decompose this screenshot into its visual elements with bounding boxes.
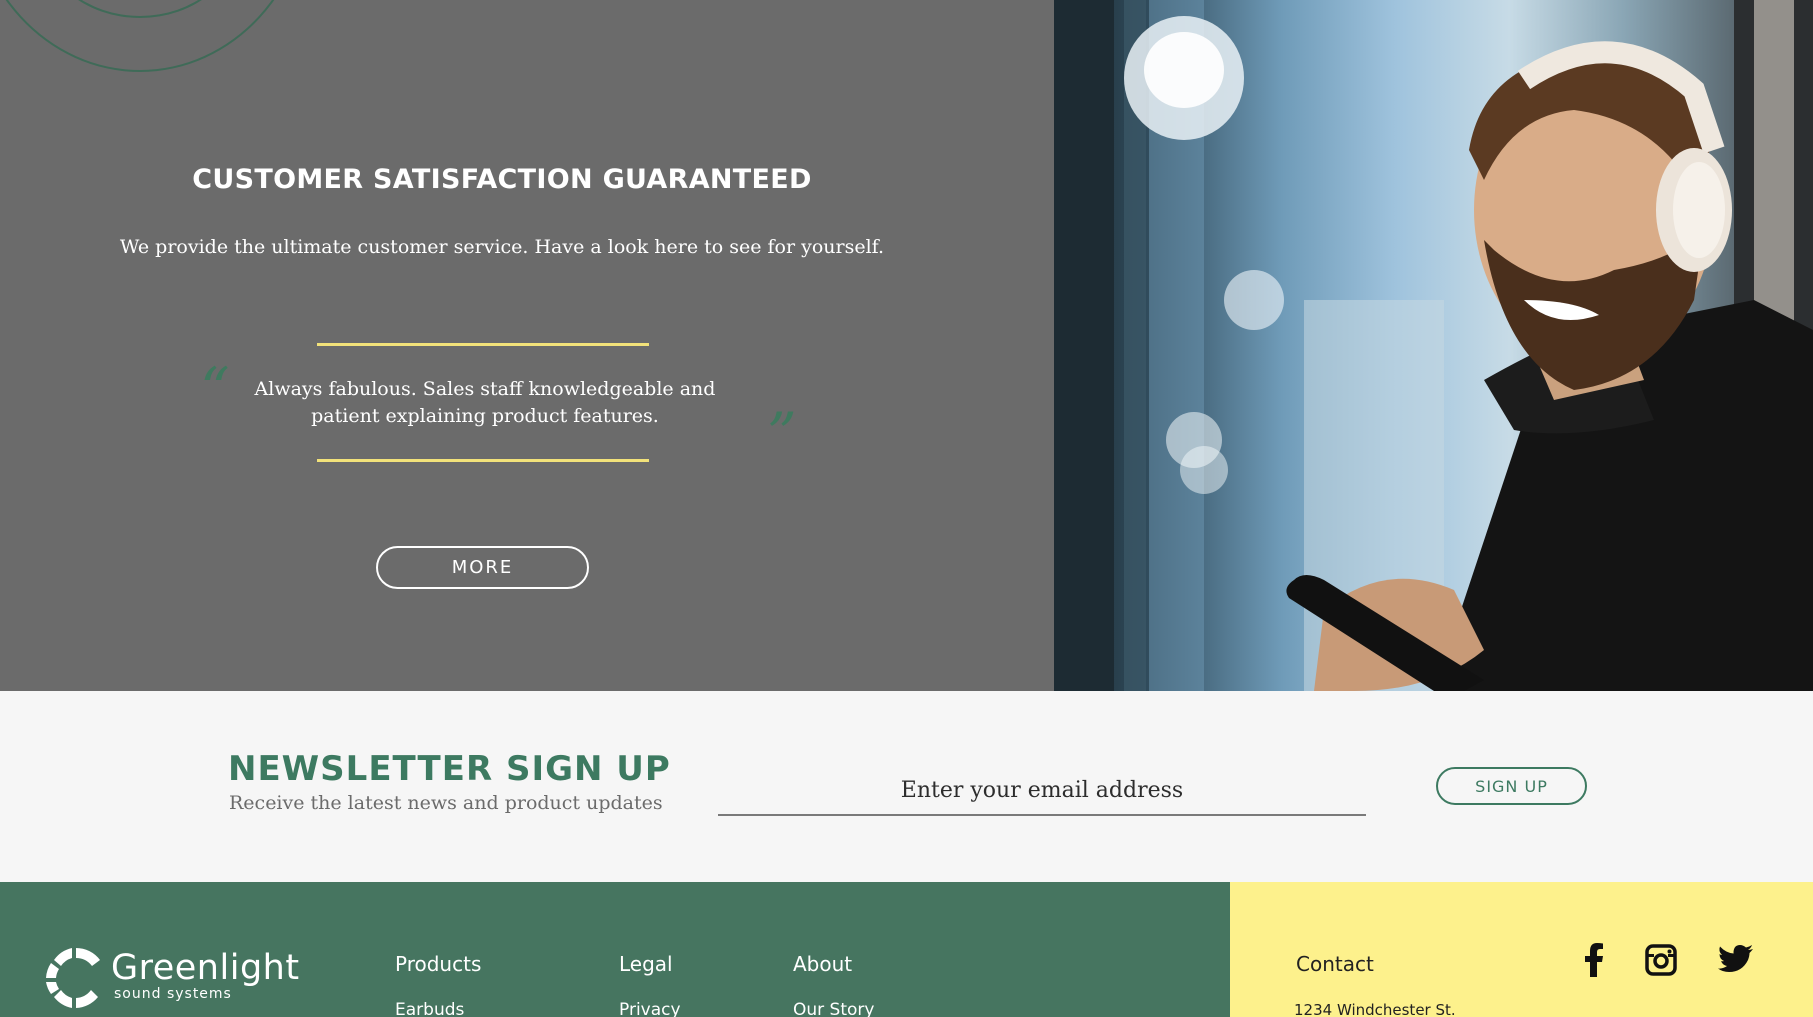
- sign-up-button[interactable]: SIGN UP: [1436, 767, 1587, 805]
- footer-heading-products: Products: [395, 952, 482, 976]
- testimonial-text: Always fabulous. Sales staff knowledgeab…: [254, 378, 716, 427]
- more-button[interactable]: MORE: [376, 546, 589, 589]
- twitter-icon[interactable]: [1716, 940, 1756, 980]
- contact-heading: Contact: [1296, 952, 1374, 976]
- hero-section: CUSTOMER SATISFACTION GUARANTEED We prov…: [0, 0, 1813, 691]
- man-with-headphones-photo: [1054, 0, 1813, 691]
- open-quote-icon: “: [200, 355, 230, 423]
- footer-link-our-story[interactable]: Our Story: [793, 1000, 874, 1017]
- newsletter-subtitle: Receive the latest news and product upda…: [229, 792, 663, 814]
- facebook-icon[interactable]: [1574, 940, 1614, 980]
- footer-nav-panel: Greenlight sound systems Products Earbud…: [0, 882, 1230, 1017]
- footer-heading-legal: Legal: [619, 952, 673, 976]
- testimonial-panel: CUSTOMER SATISFACTION GUARANTEED We prov…: [0, 0, 1054, 691]
- email-input[interactable]: [718, 766, 1366, 814]
- greenlight-logo-icon[interactable]: [42, 944, 110, 1012]
- quote-divider-top: [317, 343, 649, 346]
- contact-address: 1234 Windchester St.: [1294, 1001, 1456, 1017]
- email-field-container: [718, 766, 1366, 816]
- quote-divider-bottom: [317, 459, 649, 462]
- hero-title: CUSTOMER SATISFACTION GUARANTEED: [192, 164, 812, 195]
- newsletter-section: NEWSLETTER SIGN UP Receive the latest ne…: [0, 691, 1813, 882]
- photo-illustration: [1054, 0, 1813, 691]
- brand-tagline: sound systems: [114, 986, 232, 1002]
- brand-name[interactable]: Greenlight: [111, 948, 300, 988]
- hero-subtitle: We provide the ultimate customer service…: [119, 236, 885, 258]
- footer-link-earbuds[interactable]: Earbuds: [395, 1000, 464, 1017]
- footer: Greenlight sound systems Products Earbud…: [0, 882, 1813, 1017]
- contact-panel: Contact 1234 Windchester St.: [1230, 882, 1813, 1017]
- footer-heading-about: About: [793, 952, 853, 976]
- footer-link-privacy[interactable]: Privacy: [619, 1000, 681, 1017]
- newsletter-title: NEWSLETTER SIGN UP: [228, 749, 671, 789]
- instagram-icon[interactable]: [1641, 940, 1681, 980]
- close-quote-icon: ”: [767, 400, 797, 468]
